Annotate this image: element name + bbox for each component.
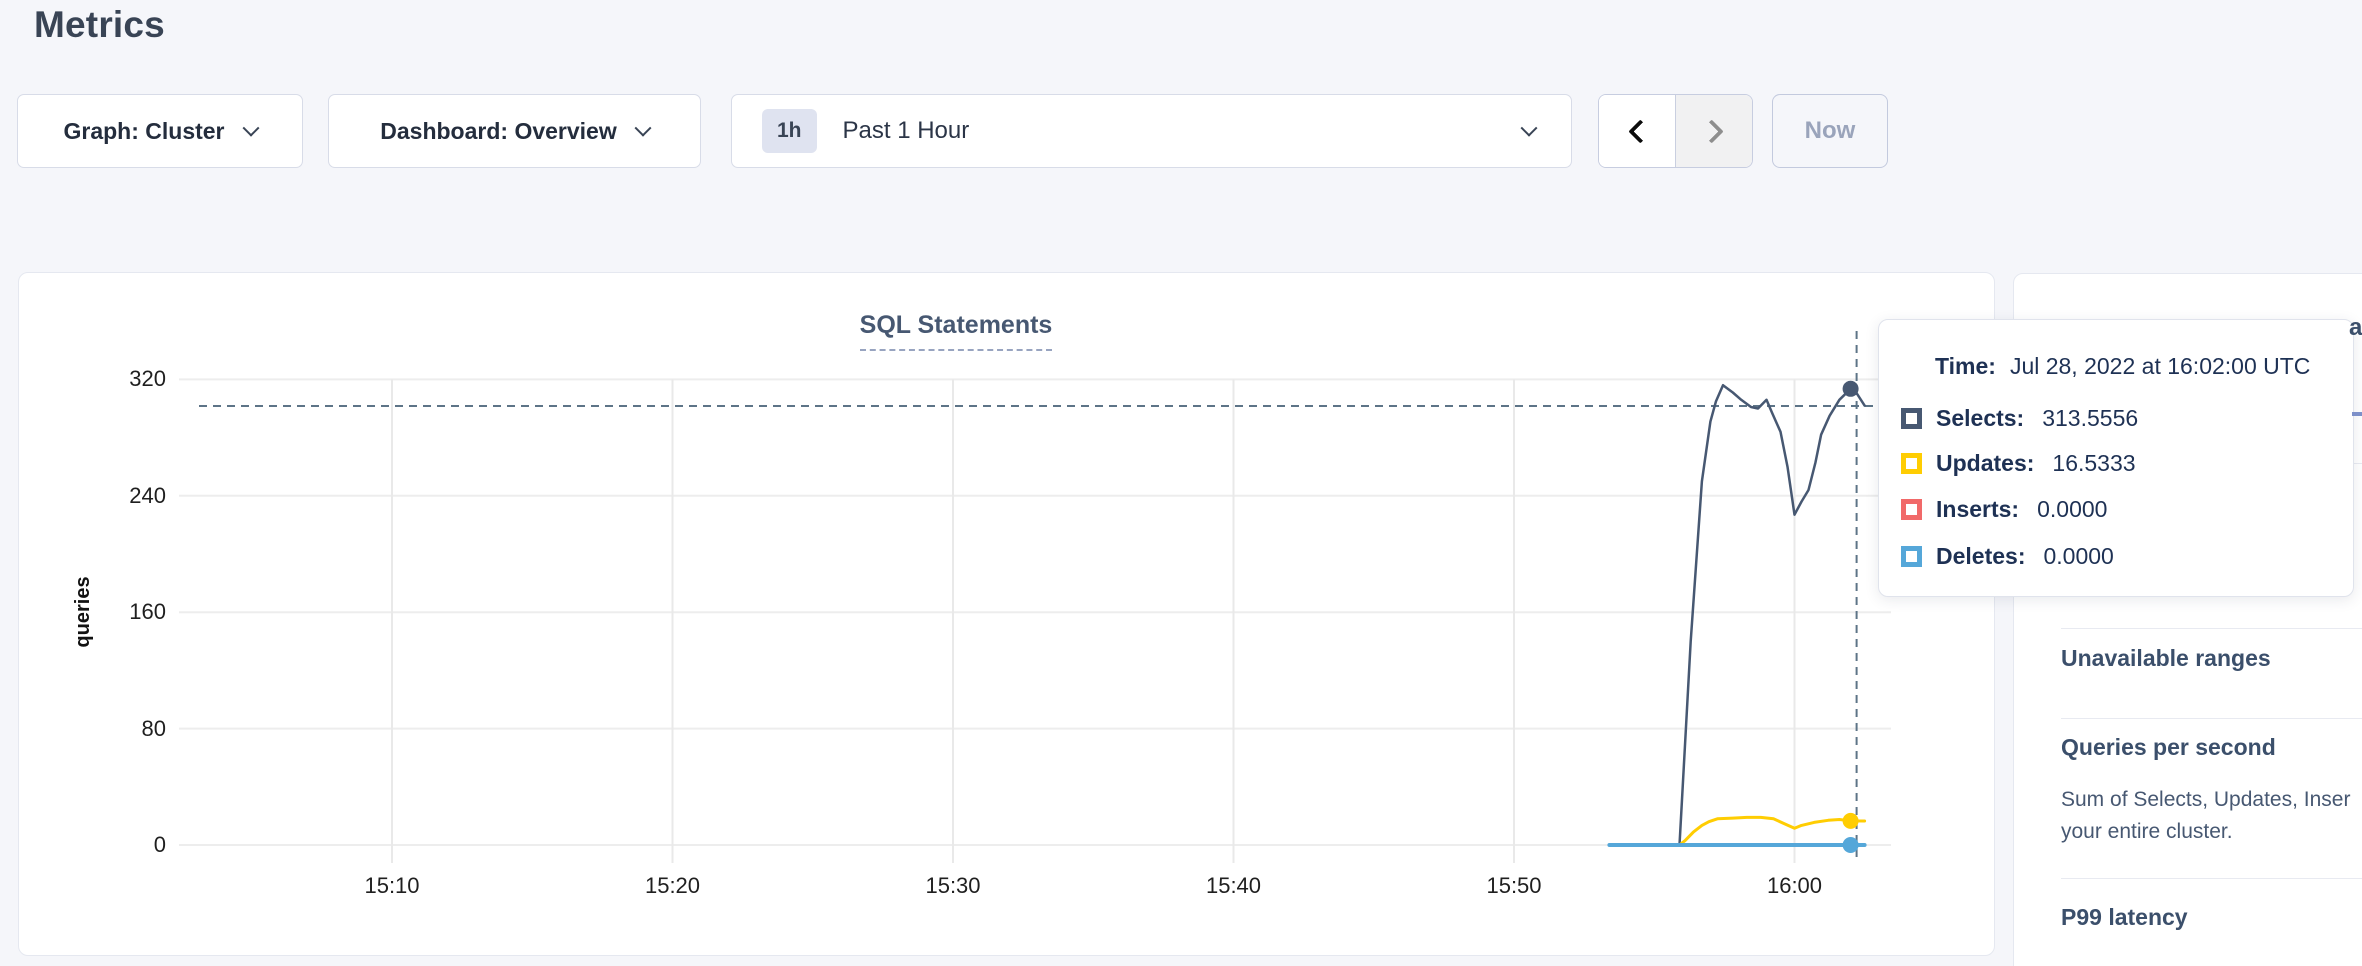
x-tick-label: 15:50: [1469, 873, 1559, 899]
updates-label: Updates:: [1936, 450, 2034, 477]
summary-qps-description-line2: your entire cluster.: [2061, 820, 2233, 844]
time-next-button[interactable]: [1676, 95, 1752, 167]
sql-statements-chart-card: SQL Statements queries 320240160800 15:1…: [18, 272, 1995, 956]
y-tick-label: 320: [19, 365, 166, 393]
tooltip-time-label: Time:: [1935, 353, 1996, 380]
now-button[interactable]: Now: [1772, 94, 1888, 168]
tooltip-row-deletes: Deletes: 0.0000: [1901, 543, 2114, 569]
chevron-down-icon: [1521, 120, 1538, 137]
chevron-down-icon: [634, 120, 651, 137]
tooltip-row-updates: Updates: 16.5333: [1901, 450, 2136, 476]
x-tick-label: 16:00: [1750, 873, 1840, 899]
chart-hover-tooltip: Time: Jul 28, 2022 at 16:02:00 UTC Selec…: [1878, 319, 2354, 597]
clipped-blue-fragment: [2352, 412, 2362, 416]
y-tick-label: 0: [19, 831, 166, 859]
y-tick-label: 80: [19, 715, 166, 743]
tooltip-row-selects: Selects: 313.5556: [1901, 405, 2138, 431]
clipped-text-fragment: a: [2349, 314, 2362, 342]
tooltip-time-row: Time: Jul 28, 2022 at 16:02:00 UTC: [1935, 353, 2310, 380]
inserts-label: Inserts:: [1936, 496, 2019, 523]
x-tick-label: 15:10: [347, 873, 437, 899]
time-range-badge: 1h: [762, 109, 817, 153]
selects-value: 313.5556: [2042, 405, 2138, 432]
graph-scope-label: Graph: Cluster: [63, 118, 224, 145]
dashboard-dropdown[interactable]: Dashboard: Overview: [328, 94, 701, 168]
divider: [2061, 718, 2362, 719]
chart-plot-area[interactable]: [179, 321, 1891, 871]
time-pager: [1598, 94, 1753, 168]
inserts-legend-swatch: [1901, 499, 1922, 520]
chevron-right-icon: [1699, 119, 1723, 143]
updates-legend-swatch: [1901, 453, 1922, 474]
x-tick-label: 15:20: [628, 873, 718, 899]
y-tick-label: 240: [19, 482, 166, 510]
deletes-value: 0.0000: [2043, 543, 2113, 570]
time-range-label: Past 1 Hour: [843, 117, 1523, 145]
tooltip-time-value: Jul 28, 2022 at 16:02:00 UTC: [2010, 353, 2310, 380]
chevron-left-icon: [1628, 119, 1652, 143]
deletes-legend-swatch: [1901, 546, 1922, 567]
selects-label: Selects:: [1936, 405, 2024, 432]
divider: [2061, 628, 2362, 629]
chevron-down-icon: [242, 120, 259, 137]
dashboard-label: Dashboard: Overview: [380, 118, 616, 145]
page-title: Metrics: [34, 4, 165, 46]
summary-qps-heading: Queries per second: [2061, 734, 2276, 761]
y-tick-label: 160: [19, 598, 166, 626]
metrics-page: { "header": { "title": "Metrics" }, "too…: [0, 0, 2362, 966]
x-tick-label: 15:40: [1189, 873, 1279, 899]
deletes-label: Deletes:: [1936, 543, 2025, 570]
summary-p99-latency-heading: P99 latency: [2061, 904, 2188, 931]
tooltip-row-inserts: Inserts: 0.0000: [1901, 496, 2107, 522]
time-prev-button[interactable]: [1599, 95, 1676, 167]
x-tick-label: 15:30: [908, 873, 998, 899]
summary-qps-description-line1: Sum of Selects, Updates, Inser: [2061, 788, 2350, 812]
updates-value: 16.5333: [2052, 450, 2135, 477]
summary-unavailable-ranges-heading: Unavailable ranges: [2061, 645, 2271, 672]
inserts-value: 0.0000: [2037, 496, 2107, 523]
divider: [2061, 878, 2362, 879]
graph-scope-dropdown[interactable]: Graph: Cluster: [17, 94, 303, 168]
time-range-dropdown[interactable]: 1h Past 1 Hour: [731, 94, 1572, 168]
selects-legend-swatch: [1901, 408, 1922, 429]
